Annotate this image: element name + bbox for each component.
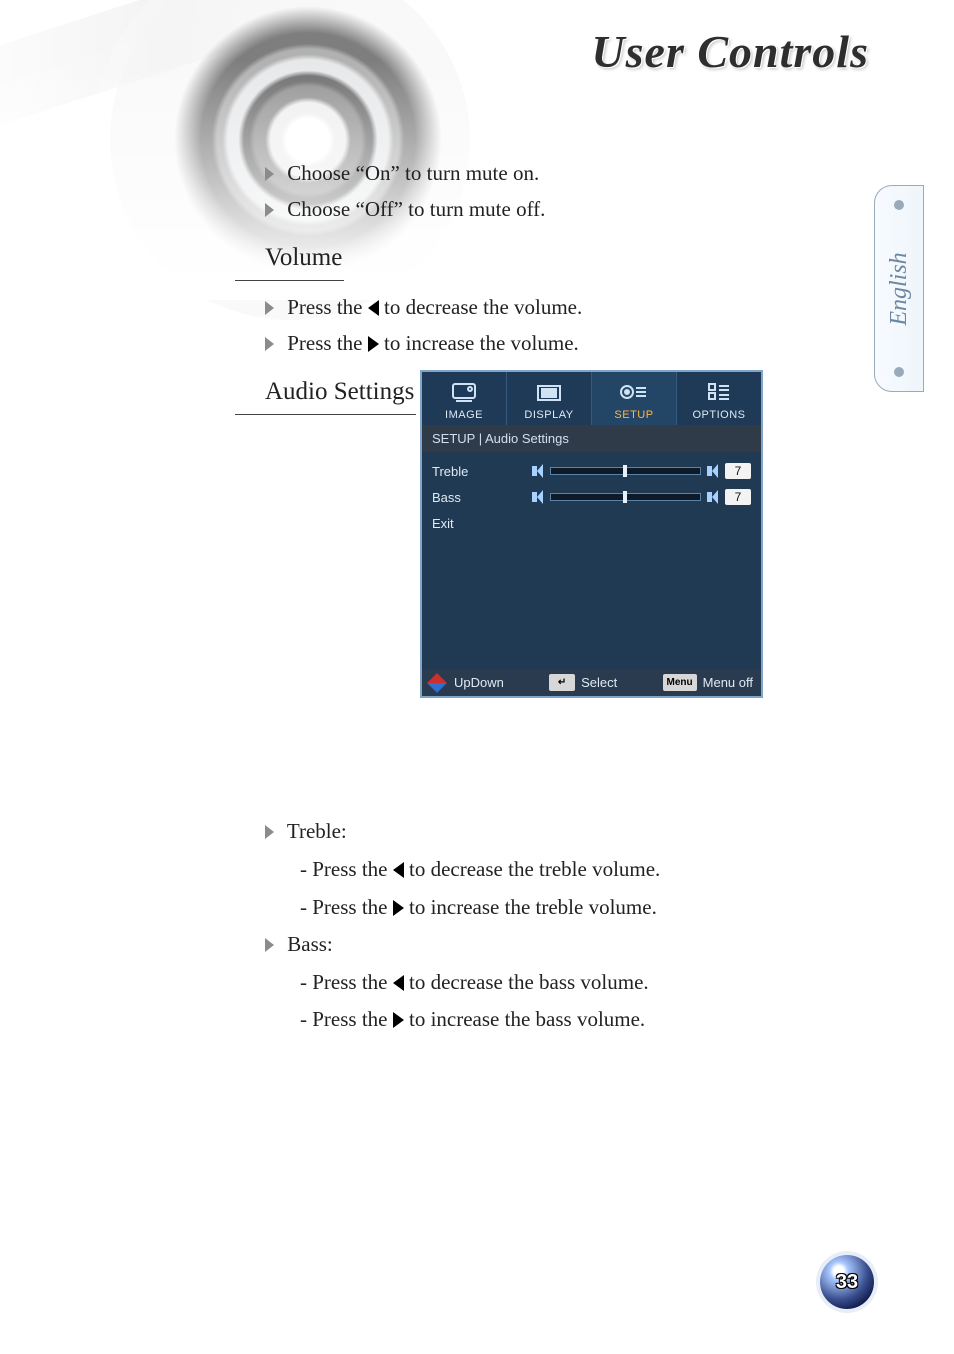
decorative-dot (894, 367, 904, 377)
osd-footer: UpDown ↵ Select Menu Menu off (422, 669, 761, 696)
osd-tab-display[interactable]: DISPLAY (507, 372, 592, 425)
osd-row-label: Treble (432, 464, 532, 479)
slider-knob[interactable] (623, 491, 627, 503)
osd-tab-label: OPTIONS (677, 409, 761, 421)
text: - Press the (300, 857, 393, 881)
bass-decrease-line: - Press the to decrease the bass volume. (300, 966, 875, 1000)
volume-heading: Volume (235, 238, 344, 281)
osd-row-exit[interactable]: Exit (432, 510, 751, 536)
page-number: 33 (836, 1271, 858, 1294)
mute-off-line: Choose “Off” to turn mute off. (265, 193, 875, 227)
text: to increase the treble volume. (409, 895, 657, 919)
treble-increase-line: - Press the to increase the treble volum… (300, 891, 875, 925)
osd-row-label: Bass (432, 490, 532, 505)
bass-heading-line: Bass: (265, 928, 875, 962)
audio-settings-heading: Audio Settings (235, 372, 416, 415)
enter-key-icon: ↵ (549, 674, 575, 691)
speaker-low-icon (532, 490, 544, 504)
osd-slider[interactable]: 7 (532, 489, 751, 505)
bullet-arrow-icon (265, 938, 274, 952)
decorative-dot (894, 200, 904, 210)
osd-tab-label: DISPLAY (507, 409, 591, 421)
mute-on-line: Choose “On” to turn mute on. (265, 157, 875, 191)
menu-key-icon: Menu (663, 674, 697, 691)
osd-footer-updown: UpDown (454, 675, 504, 690)
text: - Press the (300, 970, 393, 994)
bullet-arrow-icon (265, 203, 274, 217)
osd-row-treble[interactable]: Treble 7 (432, 458, 751, 484)
text: to decrease the volume. (384, 295, 582, 319)
volume-increase-line: Press the to increase the volume. (265, 327, 875, 361)
left-arrow-icon (368, 300, 379, 316)
slider-track[interactable] (550, 493, 701, 501)
bullet-arrow-icon (265, 301, 274, 315)
osd-row-bass[interactable]: Bass 7 (432, 484, 751, 510)
page-number-orb: 33 (820, 1255, 874, 1309)
slider-value: 7 (725, 489, 751, 505)
bass-sub: - Press the to decrease the bass volume.… (300, 966, 875, 1037)
bullet-arrow-icon (265, 167, 274, 181)
right-arrow-icon (393, 900, 404, 916)
text: Press the (287, 331, 368, 355)
osd-tabs: IMAGE DISPLAY SETUP OPTIONS (422, 372, 761, 425)
slider-value: 7 (725, 463, 751, 479)
osd-tab-label: SETUP (592, 409, 676, 421)
osd-footer-menuoff: Menu off (703, 675, 753, 690)
slider-knob[interactable] (623, 465, 627, 477)
speaker-high-icon (707, 490, 719, 504)
bullet-arrow-icon (265, 825, 274, 839)
chapter-title: User Controls (591, 25, 869, 78)
slider-track[interactable] (550, 467, 701, 475)
treble-decrease-line: - Press the to decrease the treble volum… (300, 853, 875, 887)
image-tab-icon (422, 378, 506, 406)
osd-tab-options[interactable]: OPTIONS (677, 372, 761, 425)
options-tab-icon (677, 378, 761, 406)
osd-menu: IMAGE DISPLAY SETUP OPTIONS SE (420, 370, 763, 698)
right-arrow-icon (393, 1012, 404, 1028)
speaker-high-icon (707, 464, 719, 478)
text: to increase the volume. (384, 331, 579, 355)
osd-rows: Treble 7 Bass 7 Exit (422, 452, 761, 669)
treble-heading: Treble: (287, 819, 347, 843)
display-tab-icon (507, 378, 591, 406)
left-arrow-icon (393, 862, 404, 878)
bullet-arrow-icon (265, 337, 274, 351)
mute-off-text: Choose “Off” to turn mute off. (287, 197, 545, 221)
osd-footer-select: Select (581, 675, 617, 690)
bass-heading: Bass: (287, 932, 333, 956)
left-arrow-icon (393, 975, 404, 991)
treble-sub: - Press the to decrease the treble volum… (300, 853, 875, 924)
osd-tab-label: IMAGE (422, 409, 506, 421)
language-label: English (887, 252, 911, 325)
speaker-low-icon (532, 464, 544, 478)
right-arrow-icon (368, 336, 379, 352)
text: to decrease the treble volume. (409, 857, 660, 881)
text: to decrease the bass volume. (409, 970, 649, 994)
setup-tab-icon (592, 378, 676, 406)
osd-row-label: Exit (432, 516, 532, 531)
text: - Press the (300, 895, 393, 919)
text: Press the (287, 295, 368, 319)
osd-tab-setup[interactable]: SETUP (592, 372, 677, 425)
mute-on-text: Choose “On” to turn mute on. (287, 161, 539, 185)
volume-decrease-line: Press the to decrease the volume. (265, 291, 875, 325)
text: to increase the bass volume. (409, 1007, 645, 1031)
osd-tab-image[interactable]: IMAGE (422, 372, 507, 425)
osd-slider[interactable]: 7 (532, 463, 751, 479)
bass-increase-line: - Press the to increase the bass volume. (300, 1003, 875, 1037)
language-tab: English (874, 185, 924, 392)
osd-breadcrumb: SETUP | Audio Settings (422, 425, 761, 452)
updown-diamond-icon (427, 673, 447, 693)
treble-heading-line: Treble: (265, 815, 875, 849)
text: - Press the (300, 1007, 393, 1031)
